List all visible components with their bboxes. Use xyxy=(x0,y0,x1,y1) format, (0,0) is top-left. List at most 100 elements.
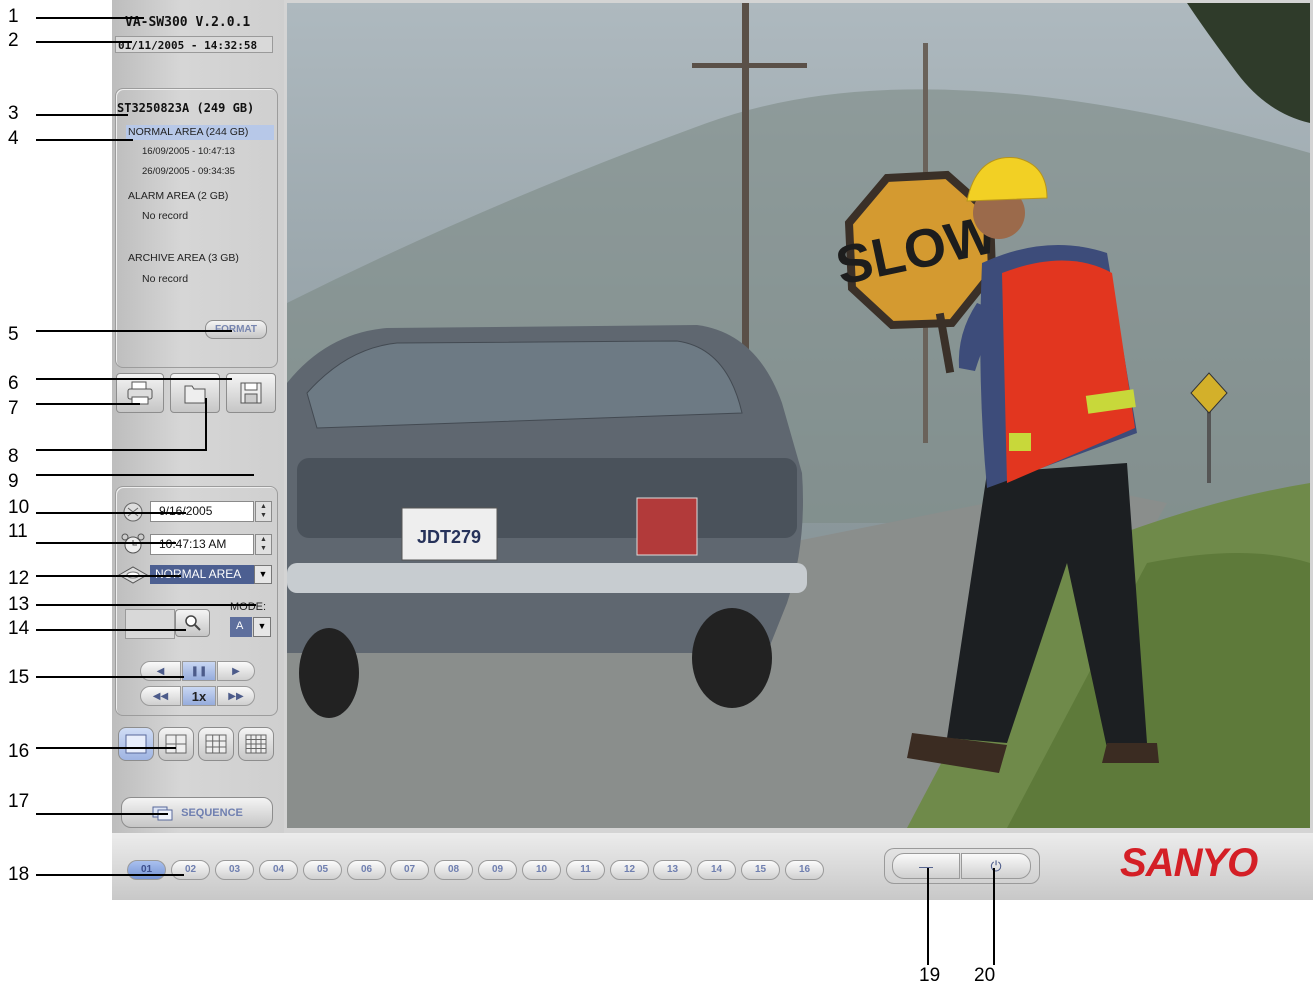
mode-label: MODE: xyxy=(230,601,267,613)
search-button[interactable] xyxy=(175,609,210,637)
current-datetime: 01/11/2005 - 14:32:58 xyxy=(115,36,273,53)
channel-button-08[interactable]: 08 xyxy=(434,860,473,880)
magnifier-icon xyxy=(184,615,201,631)
callout-1: 1 xyxy=(8,6,19,27)
minimize-button[interactable]: — xyxy=(892,853,960,879)
power-button[interactable]: ⏻ xyxy=(961,853,1031,879)
date-stepper[interactable]: ▲ ▼ xyxy=(255,501,272,522)
callout-10: 10 xyxy=(8,497,30,518)
search-result-box xyxy=(125,609,175,639)
video-viewport[interactable]: JDT279 SLOW xyxy=(287,3,1310,828)
channel-button-01[interactable]: 01 xyxy=(127,860,166,880)
leader-line-11 xyxy=(36,542,176,544)
save-button[interactable] xyxy=(226,373,276,413)
play-forward-button[interactable]: ▶ xyxy=(217,661,255,681)
callout-9: 9 xyxy=(8,471,19,492)
leader-line-9 xyxy=(36,474,254,476)
channel-button-03[interactable]: 03 xyxy=(215,860,254,880)
leader-line-18 xyxy=(36,874,184,876)
time-stepper[interactable]: ▲ ▼ xyxy=(255,534,272,555)
car-rear-wheel xyxy=(692,608,772,708)
callout-5: 5 xyxy=(8,324,19,345)
leader-line-5 xyxy=(36,330,232,332)
callout-15: 15 xyxy=(8,667,30,688)
callout-11: 11 xyxy=(8,521,28,542)
leader-line-13 xyxy=(36,604,256,606)
callout-14: 14 xyxy=(8,618,30,639)
alarm-area-item[interactable]: ALARM AREA (2 GB) xyxy=(128,190,228,202)
alarm-area-status: No record xyxy=(142,210,189,222)
channel-button-10[interactable]: 10 xyxy=(522,860,561,880)
callout-16: 16 xyxy=(8,741,30,762)
channel-button-04[interactable]: 04 xyxy=(259,860,298,880)
car-trunk xyxy=(297,458,797,538)
callout-13: 13 xyxy=(8,594,30,615)
alarm-clock-icon xyxy=(121,533,145,554)
leader-line-4 xyxy=(36,139,133,141)
layout-1x1-button[interactable] xyxy=(118,727,154,761)
channel-button-09[interactable]: 09 xyxy=(478,860,517,880)
channel-button-11[interactable]: 11 xyxy=(566,860,605,880)
mode-select[interactable]: A xyxy=(230,617,252,637)
leader-line-10 xyxy=(36,512,186,514)
channel-button-16[interactable]: 16 xyxy=(785,860,824,880)
leader-line-7 xyxy=(36,403,140,405)
callout-2: 2 xyxy=(8,30,19,51)
disk-name: ST3250823A (249 GB) xyxy=(117,101,255,115)
leader-line-16 xyxy=(36,747,176,749)
leader-line-12 xyxy=(36,575,181,577)
leader-line-1 xyxy=(36,17,144,19)
nine-view-icon xyxy=(205,734,227,754)
channel-button-12[interactable]: 12 xyxy=(610,860,649,880)
callout-6: 6 xyxy=(8,373,19,394)
vest-reflective-stripe-lower xyxy=(1009,433,1031,451)
leader-line-8 xyxy=(36,449,206,451)
leader-line-2 xyxy=(36,41,132,43)
leader-line-3 xyxy=(36,114,128,116)
car-bumper xyxy=(287,563,807,593)
sequence-label: SEQUENCE xyxy=(181,806,243,819)
callout-8: 8 xyxy=(8,446,19,467)
channel-button-02[interactable]: 02 xyxy=(171,860,210,880)
channel-button-13[interactable]: 13 xyxy=(653,860,692,880)
mode-select-arrow[interactable]: ▼ xyxy=(253,617,271,637)
layout-3x3-button[interactable] xyxy=(198,727,234,761)
sanyo-logo: SANYO xyxy=(1120,841,1258,885)
utility-pole-crossarm xyxy=(692,63,807,68)
pause-button[interactable]: ❚❚ xyxy=(182,661,216,681)
camera-frame: JDT279 SLOW xyxy=(287,3,1310,828)
leader-line-20 xyxy=(993,868,995,965)
layout-2x2-button[interactable] xyxy=(158,727,194,761)
channel-button-14[interactable]: 14 xyxy=(697,860,736,880)
single-view-icon xyxy=(125,734,147,754)
callout-18: 18 xyxy=(8,864,30,885)
callout-20: 20 xyxy=(974,965,996,986)
quad-view-icon xyxy=(165,734,187,754)
play-reverse-button[interactable]: ◀ xyxy=(140,661,181,681)
archive-area-status: No record xyxy=(142,273,189,285)
callout-19: 19 xyxy=(919,965,941,986)
layout-4x4-button[interactable] xyxy=(238,727,274,761)
leader-line-19 xyxy=(927,868,929,965)
callout-3: 3 xyxy=(8,103,19,124)
leader-line-14 xyxy=(36,629,186,631)
fast-forward-button[interactable]: ▶▶ xyxy=(217,686,255,706)
archive-area-item[interactable]: ARCHIVE AREA (3 GB) xyxy=(128,252,239,264)
area-select-arrow[interactable]: ▼ xyxy=(254,565,272,584)
plate-text: JDT279 xyxy=(417,527,481,547)
time-field[interactable]: 10:47:13 AM xyxy=(150,534,254,555)
channel-button-07[interactable]: 07 xyxy=(390,860,429,880)
channel-button-06[interactable]: 06 xyxy=(347,860,386,880)
car-front-wheel xyxy=(299,628,359,718)
leader-line-8-vertical xyxy=(205,398,207,451)
callout-17: 17 xyxy=(8,791,30,812)
normal-area-end: 26/09/2005 - 09:34:35 xyxy=(142,166,235,177)
car-rear-window xyxy=(306,340,743,429)
rewind-button[interactable]: ◀◀ xyxy=(140,686,181,706)
leader-line-15 xyxy=(36,676,184,678)
leader-line-6 xyxy=(36,378,232,380)
leader-line-17 xyxy=(36,813,168,815)
normal-area-item[interactable]: NORMAL AREA (244 GB) xyxy=(126,125,274,140)
channel-button-15[interactable]: 15 xyxy=(741,860,780,880)
channel-button-05[interactable]: 05 xyxy=(303,860,342,880)
